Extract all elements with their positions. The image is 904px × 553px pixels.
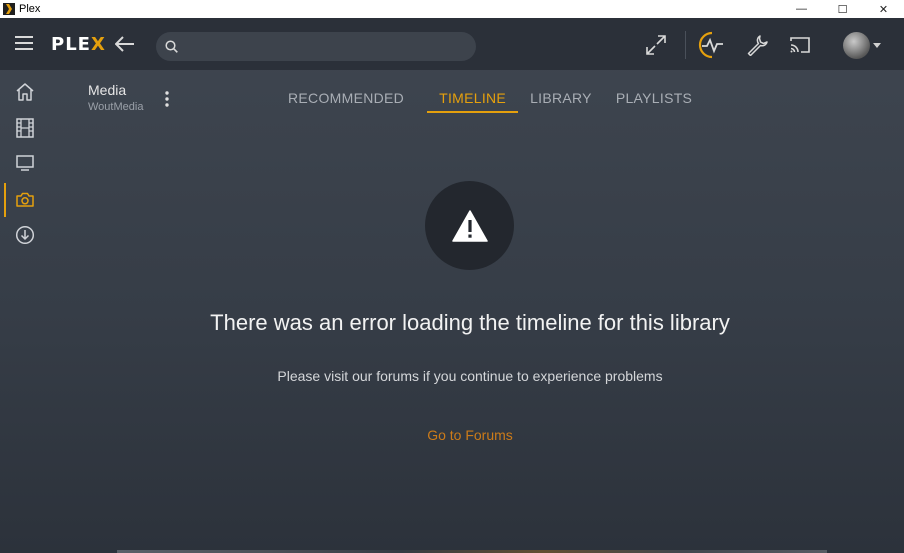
back-icon[interactable] [115,36,135,52]
library-tabs: RECOMMENDED TIMELINE LIBRARY PLAYLISTS [276,89,704,113]
menu-icon[interactable] [15,36,33,50]
plex-logo[interactable]: PLEX [51,34,106,55]
library-server-name: WoutMedia [88,101,144,113]
error-icon-circle [425,181,514,270]
search-box[interactable] [156,32,476,61]
avatar[interactable] [843,32,870,59]
error-title: There was an error loading the timeline … [210,310,730,335]
fullscreen-icon[interactable] [643,32,669,58]
more-options-icon[interactable] [163,90,171,108]
go-to-forums-link[interactable]: Go to Forums [0,427,904,443]
maximize-button[interactable]: ☐ [822,0,863,18]
window-title: Plex [19,3,41,15]
tab-library[interactable]: LIBRARY [518,89,604,113]
logo-accent: X [90,34,106,55]
warning-icon [451,209,488,242]
sidebar-item-downloads[interactable] [0,218,50,252]
close-button[interactable]: ✕ [863,0,904,18]
sidebar-item-movies[interactable] [0,111,50,145]
logo-text: PLE [51,34,91,55]
minimize-button[interactable]: — [781,0,822,18]
film-icon [16,118,34,138]
tab-playlists[interactable]: PLAYLISTS [604,89,704,113]
cast-icon[interactable] [787,32,813,58]
error-message: Please visit our forums if you continue … [277,368,663,384]
window-controls: — ☐ ✕ [781,0,904,18]
sidebar-item-tv[interactable] [0,146,50,180]
top-bar: PLEX [0,18,904,70]
sidebar-item-photos[interactable] [0,183,50,217]
settings-wrench-icon[interactable] [744,32,770,58]
download-icon [15,225,35,245]
chevron-down-icon[interactable] [873,43,881,48]
sidebar-item-home[interactable] [0,75,50,109]
home-icon [16,83,34,101]
search-input[interactable] [184,36,464,57]
camera-icon [16,192,34,207]
activity-icon[interactable] [698,31,726,59]
topbar-divider [685,31,686,59]
plex-app-icon [3,3,15,15]
app-area: PLEX Media WoutMedia RECOMMENDED TIMELIN… [0,18,904,553]
tab-recommended[interactable]: RECOMMENDED [276,89,416,113]
search-icon [165,40,178,53]
window-titlebar: Plex — ☐ ✕ [0,0,904,18]
library-title: Media [88,82,127,98]
tv-icon [16,155,34,171]
tab-timeline[interactable]: TIMELINE [427,89,519,113]
